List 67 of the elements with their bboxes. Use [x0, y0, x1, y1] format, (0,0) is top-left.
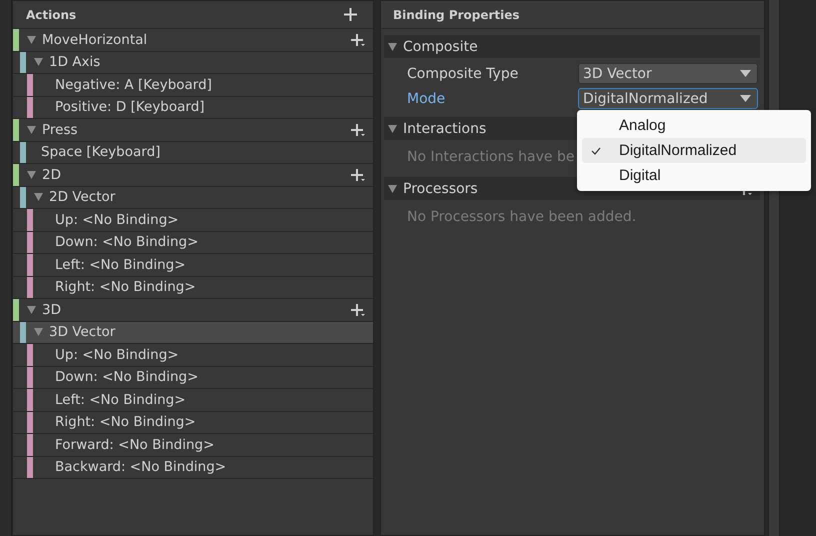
- add-dropdown-icon[interactable]: [350, 302, 365, 317]
- binding-row[interactable]: Right: <No Binding>: [13, 276, 373, 299]
- binding-row[interactable]: Down: <No Binding>: [13, 232, 373, 254]
- binding-row[interactable]: Up: <No Binding>: [13, 344, 373, 366]
- binding-row[interactable]: Forward: <No Binding>: [13, 434, 373, 456]
- action-row[interactable]: MoveHorizontal: [13, 29, 373, 52]
- expand-arrow-icon[interactable]: [27, 306, 36, 314]
- row-label: 3D Vector: [49, 324, 116, 340]
- dropdown-field[interactable]: DigitalNormalized: [578, 88, 758, 109]
- row-label: Up: <No Binding>: [55, 346, 180, 363]
- row-label: Negative: A [Keyboard]: [55, 76, 213, 93]
- composite-row[interactable]: 3D Vector: [13, 322, 373, 344]
- row-label: Forward: <No Binding>: [55, 436, 216, 453]
- empty-message: No Interactions have be: [407, 149, 574, 165]
- expand-arrow-icon[interactable]: [34, 58, 43, 66]
- row-label: 1D Axis: [49, 54, 102, 70]
- row-label: Right: <No Binding>: [55, 279, 197, 296]
- row-label: Positive: D [Keyboard]: [55, 99, 206, 116]
- row-label: Up: <No Binding>: [55, 212, 180, 228]
- row-label: Right: <No Binding>: [55, 414, 197, 430]
- row-label: Space [Keyboard]: [41, 144, 162, 160]
- row-label: MoveHorizontal: [42, 32, 148, 48]
- row-label: Press: [42, 122, 79, 138]
- row-label: Left: <No Binding>: [55, 392, 187, 408]
- section-header[interactable]: Composite: [384, 35, 760, 58]
- binding-row[interactable]: Right: <No Binding>: [13, 412, 373, 434]
- binding-row[interactable]: Negative: A [Keyboard]: [13, 74, 373, 96]
- composite-row[interactable]: 1D Axis: [13, 52, 373, 74]
- binding-row[interactable]: Up: <No Binding>: [13, 209, 373, 232]
- row-label: Backward: <No Binding>: [55, 459, 228, 476]
- plus-icon[interactable]: [344, 8, 357, 21]
- action-row[interactable]: Press: [13, 119, 373, 142]
- dropdown-arrow-icon[interactable]: [740, 95, 751, 102]
- expand-arrow-icon[interactable]: [34, 193, 43, 202]
- expand-arrow-icon[interactable]: [388, 124, 397, 132]
- add-dropdown-icon[interactable]: [350, 168, 365, 182]
- row-label: 2D: [42, 166, 62, 183]
- binding-row[interactable]: Positive: D [Keyboard]: [13, 96, 373, 119]
- field-label: Mode: [406, 90, 446, 106]
- empty-message: No Processors have been added.: [407, 209, 636, 225]
- panel-title: Actions: [26, 8, 76, 22]
- row-label: Down: <No Binding>: [55, 234, 200, 250]
- dropdown-arrow-icon[interactable]: [740, 70, 751, 77]
- add-dropdown-icon[interactable]: [350, 32, 365, 47]
- action-row[interactable]: 2D: [13, 164, 373, 186]
- binding-row[interactable]: Left: <No Binding>: [13, 389, 373, 412]
- add-dropdown-icon[interactable]: [350, 122, 365, 137]
- composite-row[interactable]: 2D Vector: [13, 186, 373, 209]
- menu-option[interactable]: DigitalNormalized: [582, 138, 806, 163]
- expand-arrow-icon[interactable]: [27, 36, 36, 44]
- binding-row[interactable]: Space [Keyboard]: [13, 142, 373, 164]
- expand-arrow-icon[interactable]: [27, 170, 36, 179]
- field-label: Composite Type: [406, 66, 520, 82]
- expand-arrow-icon[interactable]: [34, 328, 43, 336]
- dropdown-field[interactable]: 3D Vector: [578, 63, 758, 84]
- row-label: 2D Vector: [49, 189, 116, 206]
- expand-arrow-icon[interactable]: [388, 184, 397, 192]
- row-label: Down: <No Binding>: [55, 369, 200, 386]
- row-label: 3D: [42, 302, 62, 318]
- binding-row[interactable]: Left: <No Binding>: [13, 254, 373, 276]
- row-label: Left: <No Binding>: [55, 256, 187, 273]
- expand-arrow-icon[interactable]: [27, 126, 36, 134]
- check-icon[interactable]: [591, 146, 601, 154]
- binding-row[interactable]: Backward: <No Binding>: [13, 456, 373, 479]
- binding-row[interactable]: Down: <No Binding>: [13, 366, 373, 389]
- expand-arrow-icon[interactable]: [388, 42, 397, 50]
- panel-title: Binding Properties: [393, 8, 520, 22]
